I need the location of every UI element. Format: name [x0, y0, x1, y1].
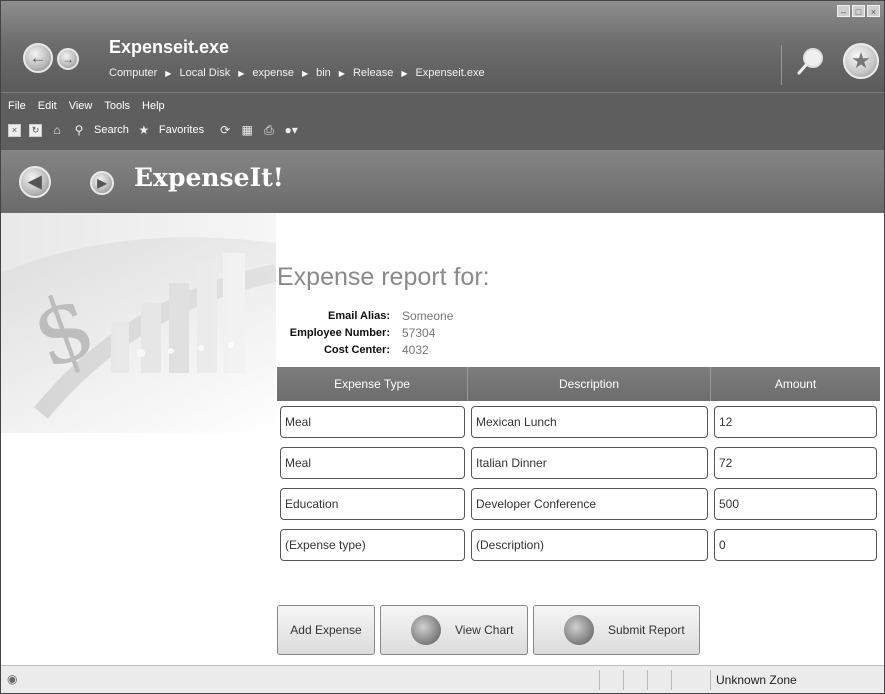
expense-type-field[interactable] [280, 528, 465, 561]
description-field[interactable] [471, 528, 708, 561]
search-button-label[interactable]: Search [94, 124, 129, 136]
menu-bar: File Edit View Tools Help × ↻ ⌂ ⚲ Search… [1, 92, 884, 151]
submit-report-label: Submit Report [608, 623, 685, 637]
watermark-image: $ [1, 213, 276, 433]
status-divider [623, 670, 624, 690]
close-icon[interactable]: × [867, 5, 880, 17]
chevron-right-icon: ▶ [401, 68, 408, 78]
amount-field[interactable] [714, 487, 877, 520]
back-arrow-icon[interactable]: ← [23, 43, 53, 73]
breadcrumb: Computer ▶ Local Disk ▶ expense ▶ bin ▶ … [109, 67, 485, 79]
status-bar: ◉ Unknown Zone [1, 665, 884, 693]
browser-window: – □ × ← → Expenseit.exe Computer ▶ Local… [0, 0, 885, 694]
report-heading: Expense report for: [277, 263, 490, 291]
menu-file[interactable]: File [8, 100, 26, 112]
app-title: Expenseit.exe [109, 37, 230, 57]
amount-field[interactable] [714, 528, 877, 561]
view-chart-label: View Chart [455, 623, 514, 637]
status-divider [671, 670, 672, 690]
maximize-icon[interactable]: □ [852, 5, 865, 17]
chart-orb-icon [411, 615, 441, 645]
page-status-icon: ◉ [7, 672, 18, 686]
column-header-amount[interactable]: Amount [711, 367, 880, 401]
table-row [277, 401, 880, 442]
menu-view[interactable]: View [69, 100, 93, 112]
status-divider [710, 670, 711, 690]
cost-center-value: 4032 [402, 342, 429, 357]
column-header-description[interactable]: Description [468, 367, 711, 401]
email-alias-label: Email Alias: [328, 309, 390, 322]
expense-type-field[interactable] [280, 405, 465, 438]
chevron-right-icon: ▶ [301, 68, 309, 78]
divider [781, 45, 782, 85]
description-field[interactable] [471, 487, 708, 520]
menu-help[interactable]: Help [142, 100, 165, 112]
description-field[interactable] [471, 405, 708, 438]
minimize-icon[interactable]: – [837, 5, 850, 17]
expense-table: Expense Type Description Amount [277, 367, 880, 565]
add-expense-button[interactable]: Add Expense [277, 605, 375, 655]
print-icon[interactable]: ⎙ [262, 123, 276, 137]
amount-field[interactable] [714, 405, 877, 438]
table-header: Expense Type Description Amount [277, 367, 880, 401]
amount-field[interactable] [714, 446, 877, 479]
menu-tools[interactable]: Tools [104, 100, 130, 112]
submit-orb-icon [564, 615, 594, 645]
page-title: ExpenseIt! [134, 163, 284, 192]
messenger-dropdown-icon[interactable]: ●▾ [284, 123, 298, 137]
status-divider [647, 670, 648, 690]
chevron-right-icon: ▶ [165, 68, 172, 78]
expense-type-field[interactable] [280, 446, 465, 479]
toolbar: × ↻ ⌂ ⚲ Search ★ Favorites ⟳ ▦ ⎙ ●▾ [8, 123, 298, 137]
view-chart-button[interactable]: View Chart [380, 605, 528, 655]
favorites-star-icon[interactable]: ★ [137, 123, 151, 137]
employee-info: Email Alias: Someone Employee Number: 57… [277, 307, 454, 358]
refresh-icon[interactable]: ↻ [29, 123, 42, 137]
breadcrumb-item[interactable]: Computer [109, 67, 157, 79]
breadcrumb-item[interactable]: bin [316, 67, 331, 79]
breadcrumb-item[interactable]: Expenseit.exe [415, 67, 484, 79]
history-icon[interactable]: ⟳ [218, 123, 232, 137]
home-icon[interactable]: ⌂ [50, 123, 64, 137]
chevron-right-icon: ▶ [238, 68, 245, 78]
main-content: $ Expense report for: Email Alias: Someo… [1, 213, 884, 665]
media-icon[interactable]: ▦ [240, 123, 254, 137]
magnifier-icon[interactable] [796, 46, 826, 76]
breadcrumb-item[interactable]: Release [353, 67, 393, 79]
title-bar: – □ × ← → Expenseit.exe Computer ▶ Local… [1, 1, 884, 92]
employee-number-label: Employee Number: [289, 326, 390, 339]
column-header-expense-type[interactable]: Expense Type [277, 367, 468, 401]
search-icon[interactable]: ⚲ [72, 123, 86, 137]
chevron-right-icon: ▶ [338, 68, 345, 78]
window-controls: – □ × [837, 5, 880, 17]
menu-edit[interactable]: Edit [38, 100, 57, 112]
action-buttons: Add Expense View Chart Submit Report [277, 605, 700, 655]
favorites-button-label[interactable]: Favorites [159, 124, 204, 136]
star-icon[interactable]: ★ [843, 43, 879, 79]
email-alias-value: Someone [402, 308, 454, 323]
table-row [277, 442, 880, 483]
breadcrumb-item[interactable]: Local Disk [179, 67, 230, 79]
status-divider [599, 670, 600, 690]
expense-type-field[interactable] [280, 487, 465, 520]
submit-report-button[interactable]: Submit Report [533, 605, 700, 655]
breadcrumb-item[interactable]: expense [252, 67, 294, 79]
description-field[interactable] [471, 446, 708, 479]
employee-number-value: 57304 [402, 325, 436, 340]
security-zone: Unknown Zone [716, 673, 797, 687]
cost-center-label: Cost Center: [323, 343, 390, 356]
table-row [277, 483, 880, 524]
forward-arrow-icon[interactable]: → [57, 48, 79, 70]
page-header: ◀ ▶ ExpenseIt! [1, 150, 884, 213]
stop-icon[interactable]: × [8, 123, 21, 137]
page-forward-icon[interactable]: ▶ [90, 171, 114, 195]
table-row [277, 524, 880, 565]
page-back-icon[interactable]: ◀ [19, 166, 51, 198]
